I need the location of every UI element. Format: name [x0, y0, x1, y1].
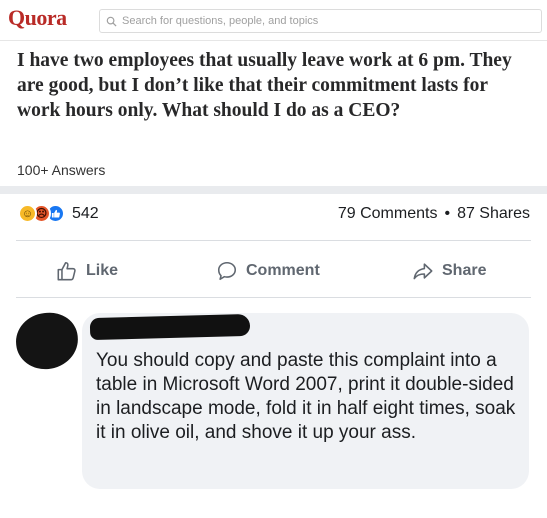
section-divider — [0, 186, 547, 194]
thumbs-up-icon — [57, 261, 76, 281]
avatar[interactable] — [13, 309, 81, 373]
stats-separator: • — [444, 205, 451, 222]
search-input[interactable] — [122, 15, 522, 27]
action-bar: Like Comment Share — [0, 246, 547, 296]
quora-logo[interactable]: Quora — [8, 5, 67, 31]
share-button[interactable]: Share — [412, 260, 486, 282]
share-button-label: Share — [442, 262, 487, 279]
search-icon — [106, 16, 117, 27]
comments-count-link[interactable]: 79 Comments — [338, 205, 438, 223]
quora-header: Quora — [0, 0, 547, 41]
haha-icon: ☺ — [18, 204, 37, 223]
share-icon — [413, 263, 433, 280]
question-title[interactable]: I have two employees that usually leave … — [17, 48, 532, 123]
comment-text: You should copy and paste this complaint… — [96, 350, 516, 443]
search-bar[interactable] — [99, 9, 542, 33]
action-bar-top-divider — [16, 240, 531, 241]
reaction-summary[interactable]: ☺ ☹ 542 — [18, 204, 99, 223]
comment-icon — [217, 261, 237, 281]
answers-count: 100+ Answers — [17, 162, 106, 178]
like-button-label: Like — [86, 262, 119, 279]
commenter-name-redacted[interactable] — [89, 313, 251, 341]
reaction-count: 542 — [72, 204, 99, 222]
comment-button-label: Comment — [246, 262, 320, 279]
comment-button[interactable]: Comment — [216, 260, 320, 282]
like-button[interactable]: Like — [56, 260, 118, 282]
post-stats: 79 Comments • 87 Shares — [338, 205, 530, 223]
action-bar-bottom-divider — [16, 297, 531, 298]
shares-count-link[interactable]: 87 Shares — [457, 205, 530, 223]
